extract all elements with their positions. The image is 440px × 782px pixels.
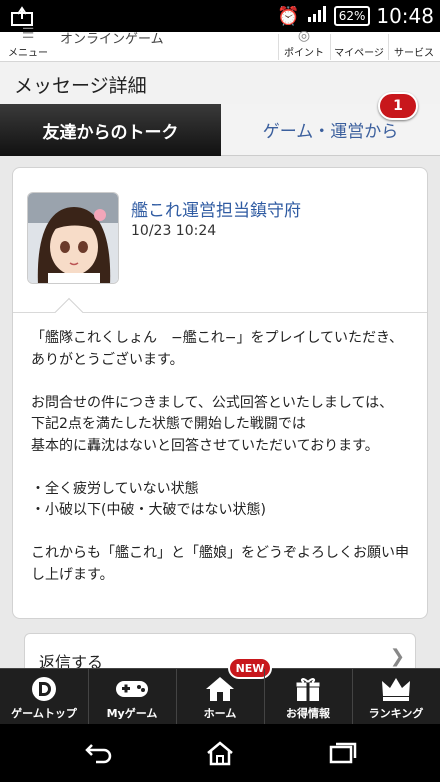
sender-name-link[interactable]: 艦これ運営担当鎮守府: [131, 196, 301, 221]
message-line: 下記2点を満たした状態で開始した戦闘では: [31, 416, 306, 432]
crown-icon: [352, 675, 440, 703]
battery-indicator: 62%: [333, 6, 371, 26]
message-line: お問合せの件につきまして、公式回答といたしましては、: [31, 394, 394, 411]
gamepad-icon: [88, 675, 176, 703]
bottom-nav: ゲームトップ Myゲーム ホーム NEW お得情報 ランキング: [0, 657, 440, 725]
nav-game-top[interactable]: ゲームトップ: [0, 669, 88, 725]
page-header: メッセージ詳細: [0, 62, 440, 104]
signal-icon: [306, 5, 328, 28]
tab-friend-talk[interactable]: 友達からのトーク: [0, 104, 221, 156]
mypage-button[interactable]: マイページ: [332, 32, 386, 62]
section-title: オンラインゲーム: [60, 32, 164, 47]
points-icon: ◎: [297, 28, 311, 44]
alarm-icon: ⏰: [277, 5, 300, 27]
back-icon[interactable]: [78, 738, 118, 768]
message-tabs: 友達からのトーク ゲーム・運営から 1: [0, 92, 440, 156]
message-body: 「艦隊これくしょん −艦これ−」をプレイしていただき、ありがとうございます。 お…: [31, 328, 417, 586]
speech-pointer: [54, 297, 84, 327]
message-bullet: ・小破以下(中破・大破ではない状態): [31, 502, 266, 518]
nav-home[interactable]: ホーム NEW: [176, 657, 272, 725]
page-title: メッセージ詳細: [14, 75, 147, 97]
hamburger-icon: ☰: [21, 26, 35, 42]
nav-my-game[interactable]: Myゲーム: [88, 669, 176, 725]
nav-deals[interactable]: お得情報: [264, 669, 352, 725]
unread-count-badge: 1: [378, 92, 418, 120]
d-logo-icon: [0, 675, 88, 703]
message-bullet: ・全く疲労していない状態: [31, 480, 199, 497]
home-button-icon[interactable]: [200, 738, 240, 768]
recent-apps-icon[interactable]: [322, 738, 362, 768]
nav-ranking[interactable]: ランキング: [352, 669, 440, 725]
service-button[interactable]: サービス: [390, 32, 438, 62]
home-icon: [176, 675, 264, 703]
message-date: 10/23 10:24: [131, 223, 217, 239]
notification-upload-icon: [10, 5, 36, 27]
message-paragraph: 「艦隊これくしょん −艦これ−」をプレイしていただき、ありがとうございます。: [31, 330, 404, 368]
points-button[interactable]: ◎ ポイント: [280, 28, 328, 62]
app-header: ☰ メニュー オンラインゲーム ◎ ポイント マイページ サービス: [0, 26, 440, 62]
gift-icon: [264, 675, 352, 703]
tab-game-operator[interactable]: ゲーム・運営から 1: [221, 92, 440, 156]
sender-avatar: [27, 192, 119, 284]
message-line: 基本的に轟沈はないと回答させていただいております。: [31, 437, 379, 454]
message-card: 艦これ運営担当鎮守府 10/23 10:24 「艦隊これくしょん −艦これ−」を…: [12, 167, 428, 619]
system-navigation-bar: [0, 724, 440, 782]
menu-button[interactable]: ☰ メニュー: [4, 26, 52, 62]
clock: 10:48: [376, 4, 434, 28]
chevron-right-icon: ❯: [389, 646, 405, 667]
message-paragraph: これからも「艦これ」と「艦娘」をどうぞよろしくお願い申し上げます。: [31, 545, 409, 583]
